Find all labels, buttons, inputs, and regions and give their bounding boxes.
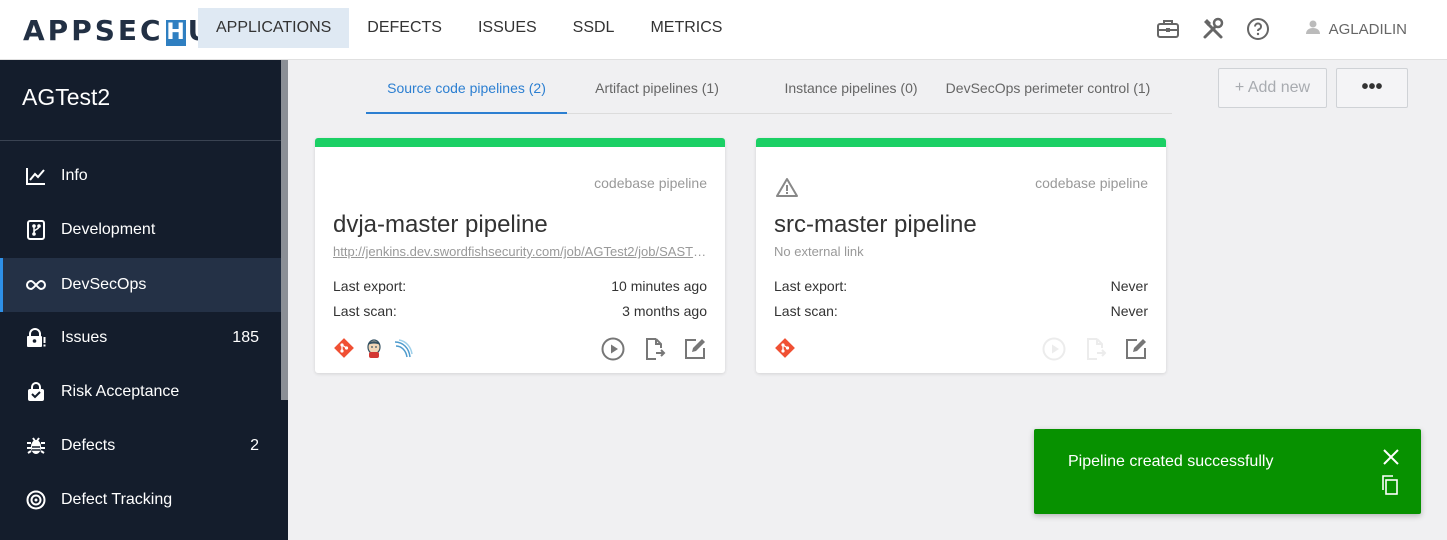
- pipeline-tools: [774, 337, 804, 359]
- sidebar-item-label: Development: [61, 221, 156, 238]
- pipeline-type: codebase pipeline: [1035, 175, 1148, 191]
- pipeline-name[interactable]: dvja-master pipeline: [333, 211, 548, 239]
- pipeline-tabs: Source code pipelines (2) Artifact pipel…: [366, 62, 1172, 114]
- sidebar-item-label: Risk Acceptance: [61, 383, 180, 400]
- nav-issues[interactable]: ISSUES: [460, 8, 555, 48]
- user-avatar-icon: [1305, 19, 1321, 39]
- tab-artifact-pipelines[interactable]: Artifact pipelines (1): [567, 62, 747, 114]
- issues-count: 185: [232, 329, 259, 346]
- pipeline-name[interactable]: src-master pipeline: [774, 211, 977, 239]
- pipeline-actions: [584, 337, 707, 361]
- main-nav: APPLICATIONS DEFECTS ISSUES SSDL METRICS: [198, 8, 740, 48]
- success-toast: Pipeline created successfully: [1034, 429, 1421, 514]
- edit-icon[interactable]: [683, 337, 707, 361]
- pipeline-card: codebase pipeline dvja-master pipeline h…: [315, 138, 725, 373]
- close-icon[interactable]: [1383, 449, 1399, 470]
- sidebar-scrollbar[interactable]: [281, 60, 288, 400]
- last-export-value: Never: [1110, 278, 1148, 294]
- pipeline-actions: [1025, 337, 1148, 361]
- user-menu[interactable]: AGLADILIN: [1305, 19, 1407, 39]
- lock-alert-icon: [25, 327, 47, 349]
- sidebar-item-development[interactable]: Development: [0, 203, 281, 257]
- last-export-label: Last export:: [333, 278, 407, 294]
- sonar-icon: [393, 337, 415, 359]
- app-title: AGTest2: [22, 84, 111, 110]
- logo-text-2: H: [165, 20, 186, 46]
- last-scan-label: Last scan:: [774, 303, 838, 319]
- run-icon[interactable]: [601, 337, 625, 361]
- pipeline-external-link: No external link: [774, 244, 864, 259]
- sidebar-item-label: Info: [61, 167, 88, 184]
- sidebar-item-defect-tracking[interactable]: Defect Tracking: [0, 473, 281, 527]
- chart-line-icon: [25, 165, 47, 187]
- git-icon: [333, 337, 355, 359]
- toolbox-icon[interactable]: [1156, 17, 1180, 41]
- help-icon[interactable]: [1246, 17, 1270, 41]
- pipeline-type: codebase pipeline: [594, 175, 707, 191]
- copy-icon[interactable]: [1381, 475, 1399, 500]
- nav-defects[interactable]: DEFECTS: [349, 8, 460, 48]
- last-export-value: 10 minutes ago: [611, 278, 707, 294]
- sidebar-item-label: Defect Tracking: [61, 491, 173, 508]
- nav-ssdl[interactable]: SSDL: [555, 8, 633, 48]
- add-new-button[interactable]: + Add new: [1218, 68, 1327, 108]
- tab-source-code-pipelines[interactable]: Source code pipelines (2): [366, 62, 567, 114]
- last-scan-row: Last scan: Never: [774, 303, 1148, 319]
- bag-check-icon: [25, 381, 47, 403]
- sidebar-item-label: Defects: [61, 437, 116, 454]
- nav-applications[interactable]: APPLICATIONS: [198, 8, 350, 48]
- toast-message: Pipeline created successfully: [1068, 453, 1274, 470]
- last-export-row: Last export: Never: [774, 278, 1148, 294]
- more-options-button[interactable]: •••: [1336, 68, 1408, 108]
- last-scan-value: 3 months ago: [622, 303, 707, 319]
- target-icon: [25, 489, 47, 511]
- tools-icon[interactable]: [1201, 17, 1225, 41]
- sidebar-item-devsecops[interactable]: DevSecOps: [0, 258, 281, 312]
- git-icon: [774, 337, 796, 359]
- sidebar: AGTest2 Info Development DevSecOps Issue…: [0, 60, 288, 540]
- defects-count: 2: [250, 437, 259, 454]
- sidebar-divider: [0, 140, 281, 141]
- last-scan-value: Never: [1110, 303, 1148, 319]
- pipeline-external-link[interactable]: http://jenkins.dev.swordfishsecurity.com…: [333, 244, 708, 259]
- last-scan-label: Last scan:: [333, 303, 397, 319]
- pipeline-card: codebase pipeline src-master pipeline No…: [756, 138, 1166, 373]
- warning-icon: [776, 177, 798, 202]
- infinity-icon: [25, 274, 47, 296]
- pipeline-tools: [333, 337, 423, 359]
- last-export-label: Last export:: [774, 278, 848, 294]
- jenkins-icon: [363, 337, 385, 359]
- last-scan-row: Last scan: 3 months ago: [333, 303, 707, 319]
- export-file-icon: [1083, 337, 1107, 361]
- nav-metrics[interactable]: METRICS: [632, 8, 740, 48]
- sidebar-item-label: DevSecOps: [61, 276, 147, 293]
- logo-text-1: APPSEC: [23, 14, 164, 47]
- sidebar-item-defects[interactable]: Defects 2: [0, 419, 281, 473]
- sidebar-item-info[interactable]: Info: [0, 149, 281, 203]
- sidebar-item-label: Issues: [61, 329, 108, 346]
- source-branch-icon: [25, 219, 47, 241]
- run-icon: [1042, 337, 1066, 361]
- top-bar: APPSECHUB APPLICATIONS DEFECTS ISSUES SS…: [0, 0, 1447, 60]
- tab-instance-pipelines[interactable]: Instance pipelines (0): [747, 62, 955, 114]
- last-export-row: Last export: 10 minutes ago: [333, 278, 707, 294]
- sidebar-item-risk-acceptance[interactable]: Risk Acceptance: [0, 365, 281, 419]
- bug-icon: [25, 435, 47, 457]
- export-file-icon[interactable]: [642, 337, 666, 361]
- user-name: AGLADILIN: [1328, 20, 1407, 38]
- header-actions: AGLADILIN: [1156, 0, 1447, 58]
- tab-devsecops-perimeter-control[interactable]: DevSecOps perimeter control (1): [944, 62, 1152, 114]
- sidebar-item-issues[interactable]: Issues 185: [0, 311, 281, 365]
- edit-icon[interactable]: [1124, 337, 1148, 361]
